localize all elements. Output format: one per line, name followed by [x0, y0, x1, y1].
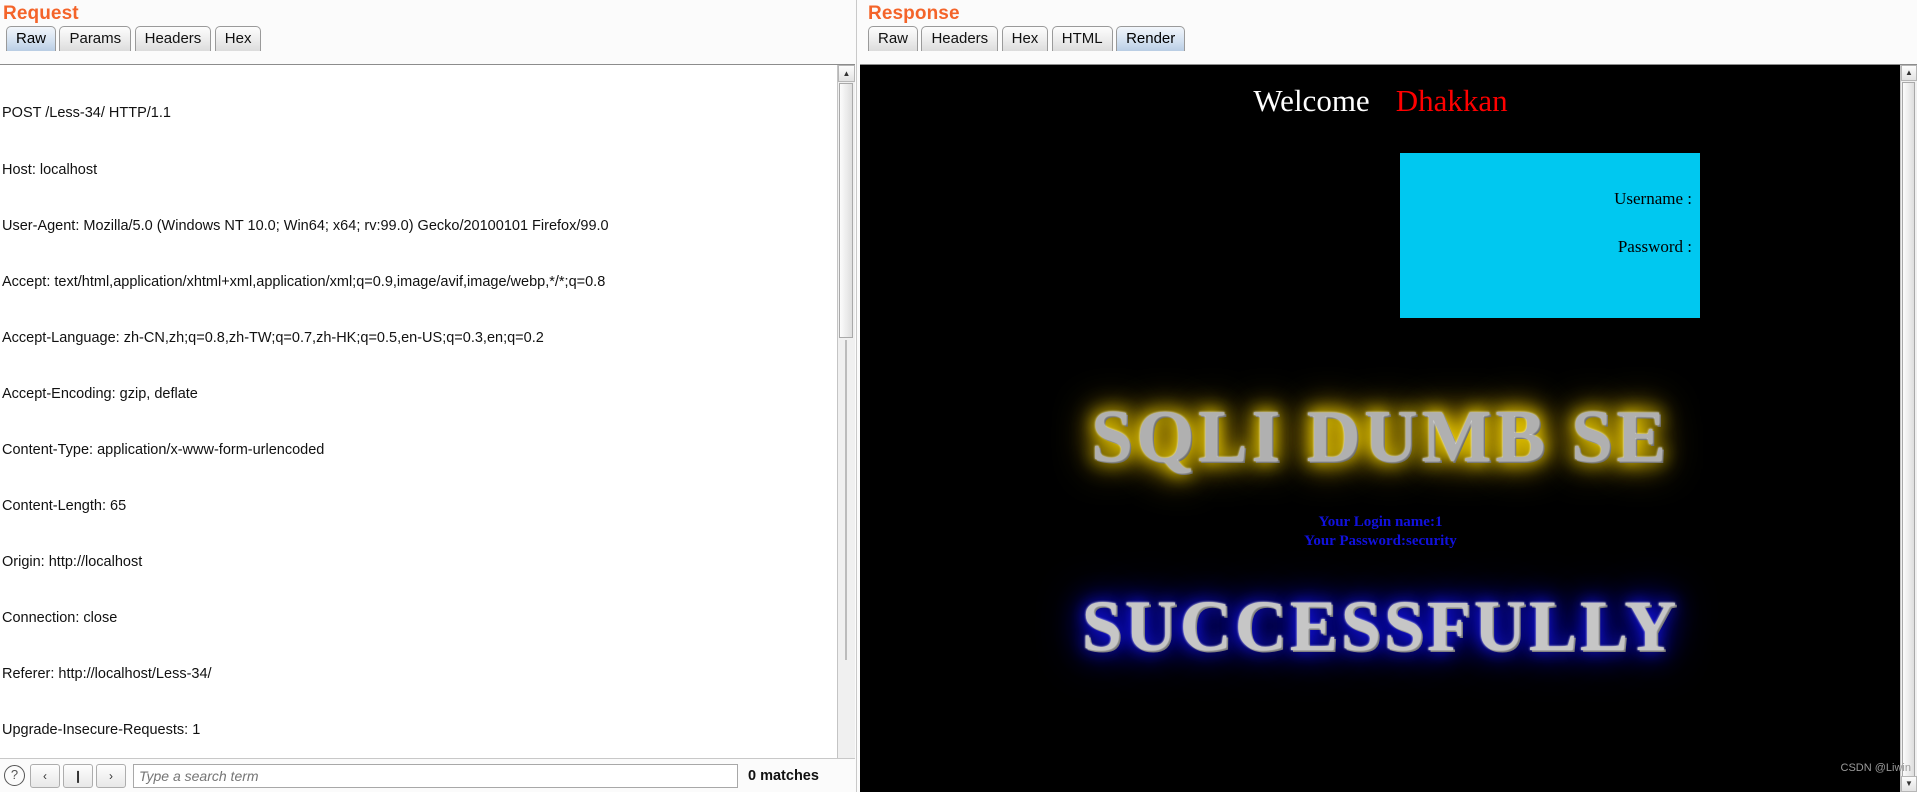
watermark-label: CSDN @Liwin [1840, 762, 1911, 774]
match-count-label: 0 matches [748, 767, 819, 784]
request-header-line: Connection: close [2, 610, 118, 627]
scroll-up-arrow-icon[interactable]: ▲ [1901, 65, 1917, 81]
request-header-line: User-Agent: Mozilla/5.0 (Windows NT 10.0… [2, 217, 609, 234]
search-prev-button[interactable]: ‹ [30, 763, 60, 788]
request-tabstrip: Raw Params Headers Hex [0, 26, 855, 52]
login-name-line: Your Login name:1 [1318, 514, 1443, 530]
request-header-line: Content-Type: application/x-www-form-url… [2, 441, 325, 458]
sqli-dumb-banner: SQLI DUMB SE [1091, 396, 1670, 478]
response-body-area: Welcome Dhakkan Username : Password : SQL… [860, 64, 1917, 792]
request-header-line: POST /Less-34/ HTTP/1.1 [2, 105, 171, 122]
username-label: Username : [1614, 189, 1692, 208]
request-header-line: Host: localhost [2, 161, 98, 178]
request-tab-hex[interactable]: Hex [214, 26, 262, 51]
request-header-line: Content-Length: 65 [2, 498, 127, 515]
welcome-username: Dhakkan [1395, 83, 1508, 118]
rendered-page: Welcome Dhakkan Username : Password : SQL… [860, 65, 1901, 792]
request-tab-params[interactable]: Params [59, 26, 132, 51]
response-tab-render[interactable]: Render [1116, 26, 1186, 51]
burp-repeater-window: Request Raw Params Headers Hex POST /Les… [0, 0, 1917, 792]
request-panel: Request Raw Params Headers Hex POST /Les… [0, 0, 855, 792]
request-search-bar: ? ‹ ❙ › 0 matches [0, 758, 855, 792]
login-result-text: Your Login name:1 Your Password:security [860, 513, 1901, 551]
scroll-up-arrow-icon[interactable]: ▲ [838, 65, 855, 82]
response-panel: Response Raw Headers Hex HTML Render Wel… [858, 0, 1917, 792]
response-scroll-thumb[interactable] [1902, 82, 1915, 782]
response-tab-html[interactable]: HTML [1051, 26, 1113, 51]
request-panel-title: Request [3, 3, 79, 24]
response-panel-title: Response [868, 3, 960, 24]
request-header-line: Accept: text/html,application/xhtml+xml,… [2, 273, 606, 290]
request-tab-headers[interactable]: Headers [134, 26, 212, 51]
response-tab-headers[interactable]: Headers [921, 26, 999, 51]
panel-divider [856, 0, 857, 792]
response-tab-hex[interactable]: Hex [1001, 26, 1049, 51]
response-tab-raw[interactable]: Raw [868, 26, 919, 51]
welcome-heading: Welcome Dhakkan [860, 83, 1901, 119]
login-form-box: Username : Password : [1400, 153, 1700, 318]
request-header-line: Origin: http://localhost [2, 554, 143, 571]
response-tabstrip: Raw Headers Hex HTML Render [858, 26, 1917, 52]
search-next-button[interactable]: › [96, 763, 126, 788]
help-icon[interactable]: ? [4, 765, 25, 786]
welcome-text: Welcome [1253, 83, 1370, 118]
response-vertical-scrollbar[interactable]: ▲ ▼ [1900, 65, 1917, 792]
request-raw-text[interactable]: POST /Less-34/ HTTP/1.1 Host: localhost … [0, 65, 833, 792]
scroll-track-mark [845, 340, 847, 660]
request-body-area: POST /Less-34/ HTTP/1.1 Host: localhost … [0, 64, 855, 792]
request-vertical-scrollbar[interactable]: ▲ ▼ [837, 65, 855, 792]
request-header-line: Referer: http://localhost/Less-34/ [2, 666, 212, 683]
request-header-line: Accept-Language: zh-CN,zh;q=0.8,zh-TW;q=… [2, 329, 544, 346]
request-header-line: Accept-Encoding: gzip, deflate [2, 385, 198, 402]
search-input[interactable] [133, 763, 738, 788]
login-password-line: Your Password:security [1304, 533, 1457, 549]
scroll-down-arrow-icon[interactable]: ▼ [1901, 776, 1917, 792]
password-label: Password : [1617, 237, 1692, 256]
success-banner: SUCCESSFULLY [1081, 586, 1680, 666]
search-pause-button[interactable]: ❙ [63, 763, 93, 788]
request-header-line: Upgrade-Insecure-Requests: 1 [2, 722, 201, 739]
request-tab-raw[interactable]: Raw [6, 26, 57, 51]
request-scroll-thumb[interactable] [839, 83, 853, 338]
